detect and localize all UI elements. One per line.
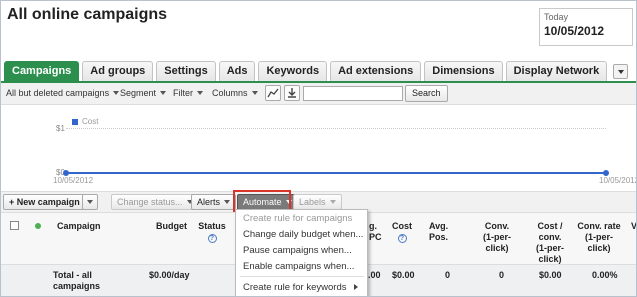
menu-item-create-rule-campaigns: Create rule for campaigns	[243, 213, 353, 224]
segment-label: Segment	[120, 88, 157, 98]
change-status-dropdown[interactable]: Change status...	[111, 194, 199, 210]
menu-divider	[240, 276, 364, 277]
tab-campaigns[interactable]: Campaigns	[4, 61, 80, 81]
col-cost-label: Cost	[392, 221, 412, 231]
change-status-label: Change status...	[117, 197, 183, 207]
performance-chart: $1 $0 Cost 10/05/2012 10/05/2012	[1, 105, 637, 189]
total-cost-per-conv: $0.00	[539, 270, 562, 280]
menu-item-pause-campaigns[interactable]: Pause campaigns when...	[243, 245, 352, 256]
status-dot-icon	[35, 223, 41, 229]
columns-label: Columns	[212, 88, 248, 98]
download-icon[interactable]	[284, 85, 300, 101]
col-avg-pos[interactable]: Avg. Pos.	[429, 221, 448, 243]
col-cost[interactable]: Cost ?	[391, 221, 413, 243]
series-line-cost	[66, 172, 606, 174]
x-tick-label: 10/05/2012	[53, 176, 94, 185]
filter-label: Filter	[173, 88, 193, 98]
col-conv[interactable]: Conv. (1-per- click)	[474, 221, 520, 254]
tab-display-network[interactable]: Display Network	[505, 61, 608, 81]
col-truncated: V	[631, 221, 637, 231]
total-avg-pos: 0	[445, 270, 451, 280]
total-avg-cpc: .00	[368, 270, 381, 280]
col-status-label: Status	[198, 221, 226, 231]
filter-dropdown[interactable]: Filter	[173, 88, 203, 98]
chevron-down-icon	[113, 91, 120, 95]
select-all-checkbox[interactable]	[10, 221, 19, 230]
y-tick-label: $1	[56, 124, 65, 133]
col-conv-label: Conv. (1-per- click)	[482, 221, 511, 253]
search-input[interactable]	[303, 86, 403, 101]
total-cost: $0.00	[392, 270, 415, 280]
tab-settings[interactable]: Settings	[156, 61, 216, 81]
view-filter-label: All but deleted campaigns	[6, 88, 110, 98]
col-status[interactable]: Status ?	[197, 221, 227, 243]
chevron-down-icon	[251, 91, 258, 95]
chevron-right-icon	[354, 284, 358, 290]
menu-item-change-daily-budget[interactable]: Change daily budget when...	[243, 229, 363, 240]
tab-bar: Campaigns Ad groups Settings Ads Keyword…	[4, 61, 629, 81]
new-campaign-button[interactable]: + New campaign	[3, 194, 86, 210]
automate-menu: Create rule for campaigns Change daily b…	[235, 209, 368, 296]
col-campaign[interactable]: Campaign	[57, 221, 101, 232]
segment-dropdown[interactable]: Segment	[120, 88, 167, 98]
date-range-label: Today	[544, 12, 569, 22]
labels-dropdown[interactable]: Labels	[293, 194, 342, 210]
col-conv-rate[interactable]: Conv. rate (1-per- click)	[573, 221, 625, 254]
tab-ads[interactable]: Ads	[218, 61, 256, 81]
chevron-down-icon	[160, 91, 167, 95]
chevron-down-icon	[329, 200, 336, 204]
total-label: Total - all campaigns	[53, 270, 101, 291]
line-chart-icon[interactable]	[265, 85, 281, 101]
alerts-label: Alerts	[197, 197, 221, 207]
col-cost-per-conv[interactable]: Cost / conv. (1-per- click)	[528, 221, 572, 265]
col-avg-cpc[interactable]: g. PC	[369, 221, 382, 243]
tab-ad-groups[interactable]: Ad groups	[82, 61, 154, 81]
more-tabs-dropdown-icon[interactable]	[613, 64, 629, 79]
legend-swatch	[72, 119, 78, 125]
x-tick-label: 10/05/2012	[599, 176, 637, 185]
col-conv-rate-label: Conv. rate (1-per- click)	[577, 221, 621, 253]
filter-bar: All but deleted campaigns Segment Filter…	[1, 83, 636, 105]
chevron-down-icon	[87, 200, 93, 204]
date-range-value: 10/05/2012	[544, 24, 605, 38]
labels-label: Labels	[299, 197, 326, 207]
tab-dimensions[interactable]: Dimensions	[424, 61, 503, 81]
menu-item-create-rule-keywords[interactable]: Create rule for keywords	[243, 282, 364, 293]
col-cost-per-conv-label: Cost / conv. (1-per- click)	[535, 221, 564, 264]
tab-ad-extensions[interactable]: Ad extensions	[330, 61, 422, 81]
total-conv: 0	[499, 270, 505, 280]
total-budget: $0.00/day	[149, 270, 190, 280]
date-range-picker[interactable]: Today 10/05/2012	[539, 8, 633, 46]
new-campaign-dropdown[interactable]	[82, 194, 98, 210]
legend-label: Cost	[82, 117, 99, 126]
search-button[interactable]: Search	[405, 85, 448, 102]
menu-item-create-rule-keywords-label: Create rule for keywords	[243, 282, 347, 293]
chart-gridline	[66, 128, 606, 129]
chevron-down-icon	[224, 200, 231, 204]
col-budget[interactable]: Budget	[156, 221, 187, 232]
app-frame: All online campaigns Today 10/05/2012 Ca…	[0, 0, 637, 297]
help-icon[interactable]: ?	[397, 234, 407, 243]
total-conv-rate: 0.00%	[592, 270, 618, 280]
columns-dropdown[interactable]: Columns	[212, 88, 258, 98]
view-filter-dropdown[interactable]: All but deleted campaigns	[6, 88, 120, 98]
help-icon[interactable]: ?	[207, 234, 217, 243]
menu-item-enable-campaigns[interactable]: Enable campaigns when...	[243, 261, 354, 272]
tab-keywords[interactable]: Keywords	[258, 61, 328, 81]
alerts-dropdown[interactable]: Alerts	[191, 194, 237, 210]
page-title: All online campaigns	[7, 6, 168, 23]
chevron-down-icon	[197, 91, 203, 95]
